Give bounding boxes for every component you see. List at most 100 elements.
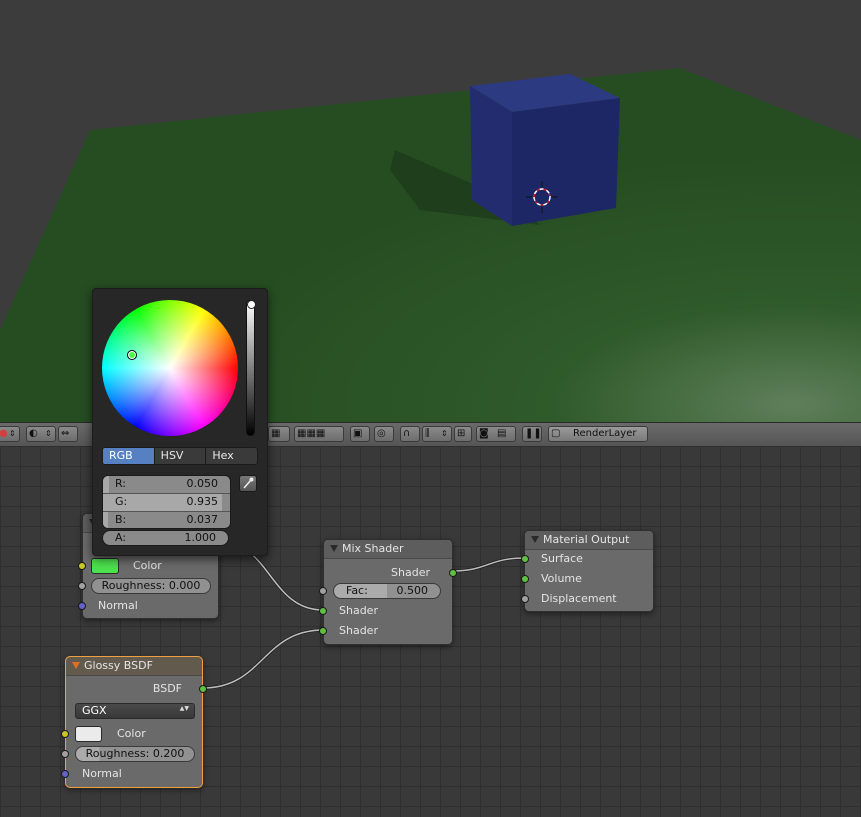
shader-input-socket[interactable] (319, 607, 327, 615)
normal-input-socket[interactable] (78, 602, 86, 610)
displacement-input-socket[interactable] (521, 595, 529, 603)
glossy-bsdf-node[interactable]: Glossy BSDF BSDF GGX ▲▼ Color Roughness:… (61, 656, 207, 788)
normal-label: Normal (98, 599, 138, 612)
node-title: Mix Shader (342, 542, 404, 555)
normal-label: Normal (82, 767, 122, 780)
bsdf-output-socket[interactable] (199, 685, 207, 693)
color-picker-popup[interactable]: RGB HSV Hex R: 0.050 G: 0.935 B: 0.037 A… (92, 288, 268, 556)
blue-channel-label: B: (115, 513, 127, 526)
value-slider-handle[interactable] (247, 300, 256, 309)
render-layer-selector[interactable]: ▢ RenderLayer (548, 426, 648, 442)
color-row: Color (61, 725, 202, 743)
magnet-button[interactable]: ∩ (400, 426, 420, 442)
tab-rgb[interactable]: RGB (103, 448, 155, 464)
tab-hex[interactable]: Hex (206, 448, 257, 464)
green-channel-label: G: (115, 495, 128, 508)
backdrop-button[interactable]: ▣ (350, 426, 370, 442)
green-channel-field[interactable]: G: 0.935 (103, 494, 230, 512)
node-header[interactable]: Material Output (525, 531, 653, 550)
grid-view-button[interactable]: ▦ (268, 426, 290, 442)
grid-icon: ▦ (271, 428, 281, 439)
displacement-row: Displacement (521, 590, 653, 608)
roughness-input-socket[interactable] (61, 750, 69, 758)
alpha-label: A: (115, 531, 127, 544)
red-channel-value: 0.050 (186, 477, 219, 490)
node-title: Material Output (543, 533, 630, 546)
surface-input-socket[interactable] (521, 555, 529, 563)
roughness-label: Roughness: (101, 579, 166, 592)
color-swatch[interactable] (75, 726, 102, 742)
eyedropper-icon (243, 477, 254, 489)
node-icon: ⊞ (457, 428, 466, 439)
shader-output-label: Shader (391, 566, 430, 579)
displacement-label: Displacement (541, 592, 617, 605)
node-title: Glossy BSDF (84, 659, 153, 672)
sphere-icon: ● (0, 428, 8, 439)
fac-value: 0.500 (396, 584, 429, 597)
roughness-row: Roughness: 0.200 (61, 745, 202, 763)
roughness-label: Roughness: (85, 747, 150, 760)
collapse-icon[interactable] (72, 662, 80, 669)
link-toggle-button[interactable]: ⇔ (58, 426, 78, 442)
value-slider[interactable] (246, 300, 255, 436)
color-input-socket[interactable] (61, 730, 69, 738)
surface-row: Surface (521, 550, 653, 568)
render-buttons[interactable]: ◙ ▤ (476, 426, 516, 442)
shader-output-socket[interactable] (449, 569, 457, 577)
node-header[interactable]: Glossy BSDF (66, 657, 202, 676)
collapse-icon[interactable] (531, 536, 539, 543)
material-type-button[interactable]: ● ⇕ (0, 426, 20, 442)
shader-input-socket[interactable] (319, 627, 327, 635)
eyedropper-button[interactable] (239, 475, 257, 492)
pause-button[interactable]: ❚❚ (522, 426, 542, 442)
color-wheel-cursor[interactable] (128, 351, 136, 359)
snap-button[interactable]: ◎ (374, 426, 394, 442)
node-tree-type-button[interactable]: ◐ ⇕ (26, 426, 56, 442)
rgb-channel-fields: R: 0.050 G: 0.935 B: 0.037 (102, 475, 231, 529)
fac-field[interactable]: Fac: 0.500 (333, 583, 441, 599)
shader-input-label: Shader (339, 604, 378, 617)
color-label: Color (117, 727, 146, 740)
up-down-icon: ⇕ (441, 429, 448, 438)
pause-icon: ❚❚ (525, 428, 542, 439)
snap-mode-button[interactable]: ⫼ ⇕ (422, 426, 452, 442)
roughness-input-socket[interactable] (78, 582, 86, 590)
tab-hsv[interactable]: HSV (155, 448, 207, 464)
blue-channel-fill (103, 512, 108, 528)
roughness-row: Roughness: 0.000 (78, 577, 218, 595)
node-header[interactable]: Mix Shader (324, 540, 452, 559)
shader-output-row: Shader (324, 564, 457, 582)
distribution-dropdown[interactable]: GGX ▲▼ (75, 703, 195, 719)
target-icon: ◎ (377, 428, 386, 439)
clapper-icon: ▤ (497, 428, 507, 439)
color-wheel[interactable] (102, 300, 238, 436)
normal-row: Normal (78, 597, 218, 615)
red-channel-field[interactable]: R: 0.050 (103, 476, 230, 494)
slots-button[interactable]: ▦▦▦ (294, 426, 344, 442)
roughness-value: 0.000 (168, 579, 201, 592)
roughness-field[interactable]: Roughness: 0.000 (91, 578, 211, 594)
color-row: Color (78, 557, 218, 575)
surface-label: Surface (541, 552, 583, 565)
alpha-value: 1.000 (184, 531, 217, 544)
link-glossy-to-mix (202, 629, 324, 689)
up-down-icon: ⇕ (45, 429, 52, 438)
alpha-field[interactable]: A: 1.000 (102, 530, 229, 546)
color-swatch[interactable] (91, 558, 119, 574)
cube-right (512, 98, 620, 226)
collapse-icon[interactable] (330, 545, 338, 552)
fac-input-socket[interactable] (319, 587, 327, 595)
up-down-icon: ▲▼ (179, 705, 189, 712)
roughness-field[interactable]: Roughness: 0.200 (75, 746, 195, 762)
volume-input-socket[interactable] (521, 575, 529, 583)
snap-icon: ⫼ (425, 428, 430, 439)
material-output-node[interactable]: Material Output Surface Volume Displacem… (521, 530, 654, 612)
shader-input-row: Shader (319, 622, 452, 640)
color-input-socket[interactable] (78, 562, 86, 570)
mix-shader-node[interactable]: Mix Shader Shader Fac: 0.500 Shader Shad… (319, 539, 457, 645)
blue-channel-field[interactable]: B: 0.037 (103, 512, 230, 528)
blue-channel-value: 0.037 (186, 513, 219, 526)
normal-input-socket[interactable] (61, 770, 69, 778)
arrows-icon: ⇔ (61, 428, 70, 439)
node-grid-button[interactable]: ⊞ (454, 426, 472, 442)
